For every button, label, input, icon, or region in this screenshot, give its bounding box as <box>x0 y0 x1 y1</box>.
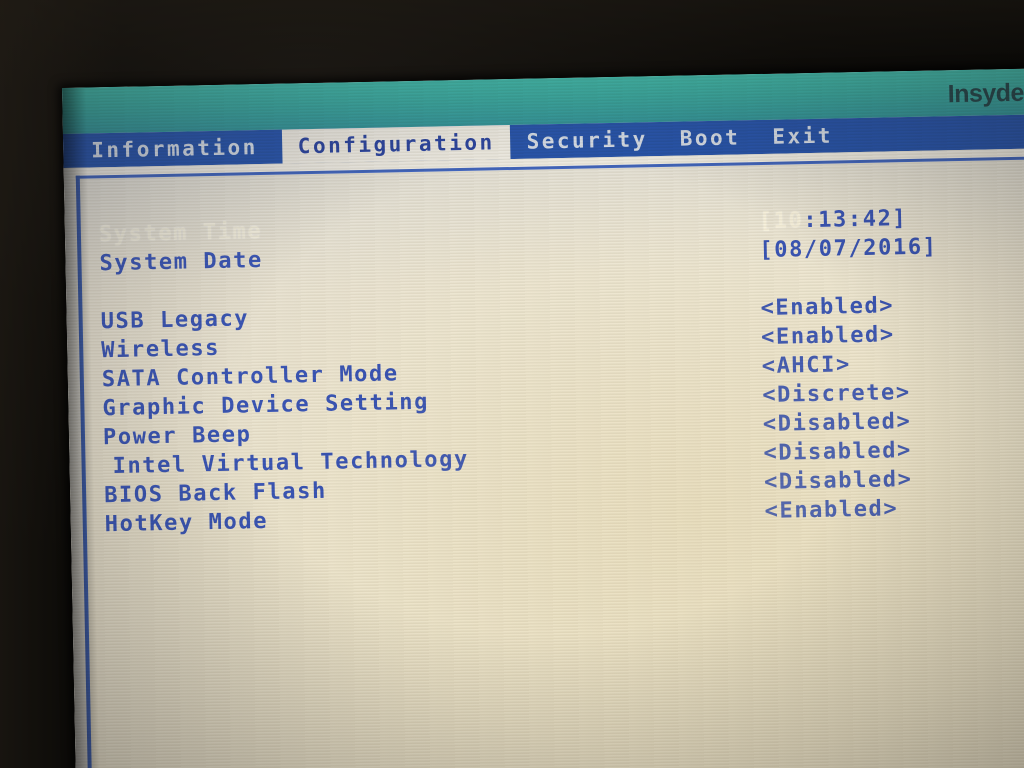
setting-label: USB Legacy <box>100 306 250 335</box>
setting-value[interactable]: <AHCI> <box>761 350 851 381</box>
setting-value[interactable]: <Disabled> <box>764 465 913 497</box>
setting-value[interactable]: <Disabled> <box>763 407 912 439</box>
tab-information[interactable]: Information <box>63 130 274 168</box>
setting-label: System Date <box>99 248 264 277</box>
setting-label: HotKey Mode <box>104 508 269 538</box>
setting-value-editing-field[interactable]: [10 <box>759 208 804 234</box>
tab-exit[interactable]: Exit <box>756 118 849 154</box>
tab-boot[interactable]: Boot <box>663 120 756 156</box>
setting-label: Wireless <box>101 335 221 364</box>
lcd-screen: InsydeH20 Information Configuration Securi… <box>62 67 1024 768</box>
setting-label: Power Beep <box>102 422 252 451</box>
tab-security[interactable]: Security <box>510 122 664 159</box>
setting-value[interactable]: <Disabled> <box>763 436 912 468</box>
bios-screen-photo: InsydeH20 Information Configuration Securi… <box>0 0 1024 768</box>
setting-value[interactable]: <Enabled> <box>760 291 894 323</box>
setting-value[interactable]: [10:13:42] <box>759 204 908 236</box>
setting-value[interactable]: <Discrete> <box>762 378 911 410</box>
insyde-brand-label: InsydeH20 <box>947 77 1024 109</box>
content-panel: System Time [10:13:42] System Date [08/07/2… <box>63 147 1024 768</box>
settings-list: System Time [10:13:42] System Date [08/07/2… <box>99 201 1024 540</box>
tab-configuration[interactable]: Configuration <box>281 125 511 164</box>
setting-value[interactable]: <Enabled> <box>764 494 898 526</box>
setting-value-remainder[interactable]: :13:42] <box>803 206 907 233</box>
setting-value[interactable]: <Enabled> <box>761 320 895 352</box>
setting-label: System Time <box>98 219 263 248</box>
setting-label: BIOS Back Flash <box>103 478 328 509</box>
setting-value[interactable]: [08/07/2016] <box>759 232 938 265</box>
panel-frame: System Time [10:13:42] System Date [08/07/2… <box>75 155 1024 768</box>
